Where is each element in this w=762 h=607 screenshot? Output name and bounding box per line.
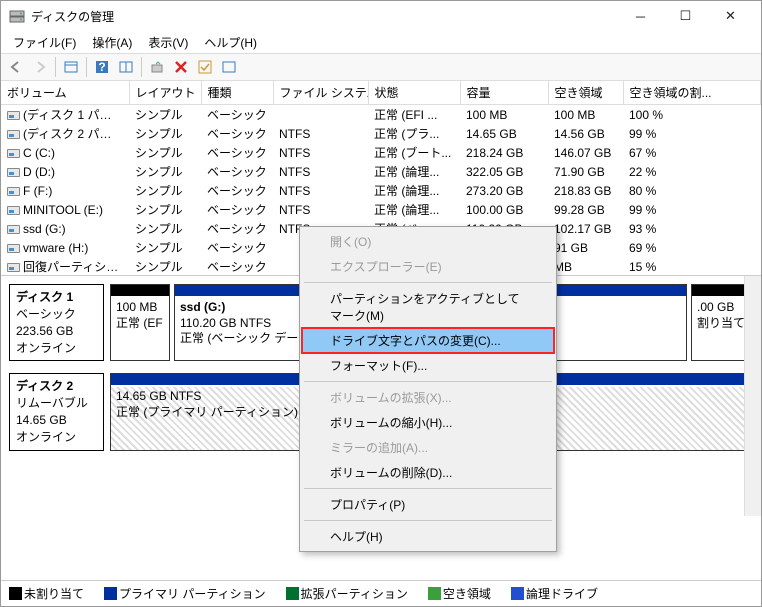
col-fs[interactable]: ファイル システム xyxy=(273,81,368,105)
titlebar: ディスクの管理 ─ ☐ ✕ xyxy=(1,1,761,31)
ctx-explorer[interactable]: エクスプローラー(E) xyxy=(302,254,554,279)
table-row[interactable]: (ディスク 1 パーティシ...シンプルベーシック正常 (EFI ...100 … xyxy=(1,105,761,125)
delete-icon[interactable] xyxy=(170,56,192,78)
toolbar-icon-3[interactable] xyxy=(218,56,240,78)
drive-icon xyxy=(7,168,20,177)
check-icon[interactable] xyxy=(194,56,216,78)
legend-unalloc: 未割り当て xyxy=(24,585,84,602)
maximize-button[interactable]: ☐ xyxy=(663,1,708,31)
disk1-part-efi[interactable]: 100 MB 正常 (EF xyxy=(110,284,170,361)
drive-icon xyxy=(7,111,20,120)
col-type[interactable]: 種類 xyxy=(201,81,273,105)
col-status[interactable]: 状態 xyxy=(368,81,460,105)
drive-icon xyxy=(7,206,20,215)
disk-2-label[interactable]: ディスク 2 リムーバブル 14.65 GB オンライン xyxy=(9,373,104,450)
refresh-icon[interactable] xyxy=(146,56,168,78)
table-row[interactable]: MINITOOL (E:)シンプルベーシックNTFS正常 (論理...100.0… xyxy=(1,200,761,219)
table-row[interactable]: F (F:)シンプルベーシックNTFS正常 (論理...273.20 GB218… xyxy=(1,181,761,200)
drive-icon xyxy=(7,244,20,253)
ctx-mirror[interactable]: ミラーの追加(A)... xyxy=(302,435,554,460)
legend-primary: プライマリ パーティション xyxy=(119,585,266,602)
context-menu: 開く(O) エクスプローラー(E) パーティションをアクティブとしてマーク(M)… xyxy=(299,226,557,552)
disk-2-title: ディスク 2 xyxy=(16,379,73,393)
vertical-scrollbar[interactable] xyxy=(744,276,761,516)
menu-action[interactable]: 操作(A) xyxy=(84,32,140,53)
close-button[interactable]: ✕ xyxy=(708,1,753,31)
col-free[interactable]: 空き領域 xyxy=(548,81,623,105)
col-volume[interactable]: ボリューム xyxy=(1,81,129,105)
ctx-extend[interactable]: ボリュームの拡張(X)... xyxy=(302,385,554,410)
app-icon xyxy=(9,8,25,24)
drive-icon xyxy=(7,149,20,158)
col-freepct[interactable]: 空き領域の割... xyxy=(623,81,761,105)
table-row[interactable]: (ディスク 2 パーティシ...シンプルベーシックNTFS正常 (プラ...14… xyxy=(1,124,761,143)
drive-icon xyxy=(7,263,20,272)
toolbar-icon[interactable] xyxy=(60,56,82,78)
menu-file[interactable]: ファイル(F) xyxy=(5,32,84,53)
window-title: ディスクの管理 xyxy=(31,8,618,25)
disk-1-label[interactable]: ディスク 1 ベーシック 223.56 GB オンライン xyxy=(9,284,104,361)
ctx-change-drive-letter[interactable]: ドライブ文字とパスの変更(C)... xyxy=(302,328,554,353)
ctx-delete[interactable]: ボリュームの削除(D)... xyxy=(302,460,554,485)
toolbar: ? xyxy=(1,53,761,81)
legend: 未割り当て プライマリ パーティション 拡張パーティション 空き領域 論理ドライ… xyxy=(1,580,761,606)
ctx-help[interactable]: ヘルプ(H) xyxy=(302,524,554,549)
drive-icon xyxy=(7,225,20,234)
col-layout[interactable]: レイアウト xyxy=(129,81,201,105)
ctx-mark-active[interactable]: パーティションをアクティブとしてマーク(M) xyxy=(302,286,554,328)
table-row[interactable]: D (D:)シンプルベーシックNTFS正常 (論理...322.05 GB71.… xyxy=(1,162,761,181)
menu-view[interactable]: 表示(V) xyxy=(140,32,196,53)
ctx-format[interactable]: フォーマット(F)... xyxy=(302,353,554,378)
svg-text:?: ? xyxy=(98,60,105,74)
menubar: ファイル(F) 操作(A) 表示(V) ヘルプ(H) xyxy=(1,31,761,53)
legend-free: 空き領域 xyxy=(443,585,491,602)
help-icon[interactable]: ? xyxy=(91,56,113,78)
legend-extended: 拡張パーティション xyxy=(301,585,408,602)
menu-help[interactable]: ヘルプ(H) xyxy=(196,32,265,53)
col-capacity[interactable]: 容量 xyxy=(460,81,548,105)
back-button[interactable] xyxy=(5,56,27,78)
drive-icon xyxy=(7,130,20,139)
legend-logical: 論理ドライブ xyxy=(526,585,598,602)
minimize-button[interactable]: ─ xyxy=(618,1,663,31)
drive-icon xyxy=(7,187,20,196)
table-row[interactable]: C (C:)シンプルベーシックNTFS正常 (ブート...218.24 GB14… xyxy=(1,143,761,162)
disk-1-title: ディスク 1 xyxy=(16,290,73,304)
ctx-open[interactable]: 開く(O) xyxy=(302,229,554,254)
ctx-properties[interactable]: プロパティ(P) xyxy=(302,492,554,517)
forward-button[interactable] xyxy=(29,56,51,78)
ctx-shrink[interactable]: ボリュームの縮小(H)... xyxy=(302,410,554,435)
toolbar-icon-2[interactable] xyxy=(115,56,137,78)
